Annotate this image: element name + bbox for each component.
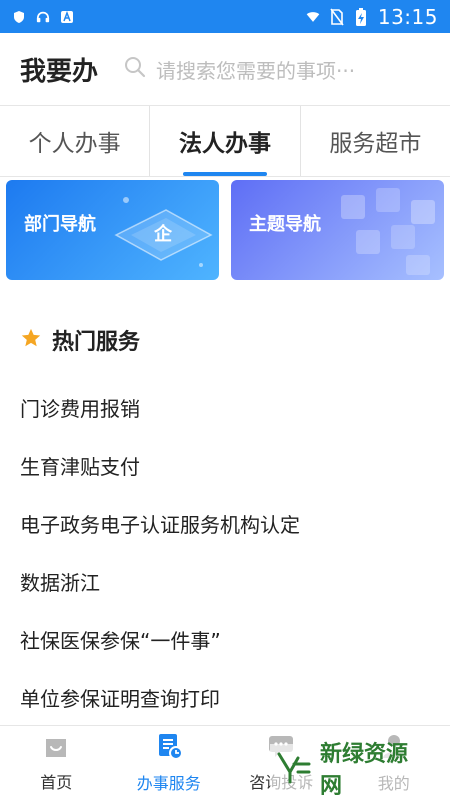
tab-label: 服务超市 <box>329 131 422 157</box>
watermark-text: 新绿资源网 <box>320 742 409 799</box>
banner-label: 部门导航 <box>24 214 96 235</box>
tab-service-market[interactable]: 服务超市 <box>301 106 450 176</box>
no-sim-icon <box>330 8 344 25</box>
status-bar: 13:15 <box>0 0 450 33</box>
section-header: 热门服务 <box>0 320 450 360</box>
battery-charging-icon <box>354 7 368 26</box>
tab-label: 个人办事 <box>28 131 121 157</box>
status-left <box>12 10 74 24</box>
active-tab-indicator <box>182 172 267 176</box>
hot-services-list: 门诊费用报销 生育津贴支付 电子政务电子认证服务机构认定 数据浙江 社保医保参保… <box>0 378 450 726</box>
list-item[interactable]: 社保医保参保“一件事” <box>0 610 450 668</box>
watermark: 新绿资源网 <box>270 742 430 799</box>
headset-icon <box>36 10 50 24</box>
tab-label: 法人办事 <box>178 131 271 157</box>
service-doc-icon <box>155 732 183 764</box>
status-right: 13:15 <box>306 5 438 29</box>
tab-personal[interactable]: 个人办事 <box>0 106 149 176</box>
svg-text:企: 企 <box>153 223 173 245</box>
search-icon <box>124 56 146 82</box>
nav-services[interactable]: 办事服务 <box>113 726 226 800</box>
a-icon <box>60 10 74 24</box>
page-title: 我要办 <box>20 56 99 87</box>
top-bar: 我要办 请搜索您需要的事项··· <box>0 33 450 105</box>
shield-icon <box>12 10 26 24</box>
wifi-icon <box>306 10 320 24</box>
nav-label: 首页 <box>40 773 73 792</box>
hot-services-section: 热门服务 <box>0 320 450 360</box>
banner-row: 企 部门导航 主题导航 <box>0 177 450 287</box>
theme-navigation-banner[interactable]: 主题导航 <box>231 180 444 280</box>
list-item[interactable]: 电子政务电子认证服务机构认定 <box>0 494 450 552</box>
nav-home[interactable]: 首页 <box>0 726 113 800</box>
home-icon <box>42 733 70 763</box>
list-item[interactable]: 单位参保证明查询打印 <box>0 668 450 726</box>
section-title: 热门服务 <box>52 330 141 355</box>
star-icon <box>20 327 42 353</box>
list-item[interactable]: 门诊费用报销 <box>0 378 450 436</box>
department-navigation-banner[interactable]: 企 部门导航 <box>6 180 219 280</box>
tab-bar: 个人办事 法人办事 服务超市 <box>0 105 450 177</box>
watermark-logo-icon <box>276 748 312 788</box>
list-item[interactable]: 生育津贴支付 <box>0 436 450 494</box>
search-placeholder: 请搜索您需要的事项··· <box>156 58 356 83</box>
nav-label: 办事服务 <box>136 774 201 793</box>
banner-label: 主题导航 <box>249 214 321 235</box>
list-item[interactable]: 数据浙江 <box>0 552 450 610</box>
tab-legal-person[interactable]: 法人办事 <box>149 106 301 176</box>
status-time: 13:15 <box>377 4 438 29</box>
search-input[interactable]: 请搜索您需要的事项··· <box>124 55 430 84</box>
